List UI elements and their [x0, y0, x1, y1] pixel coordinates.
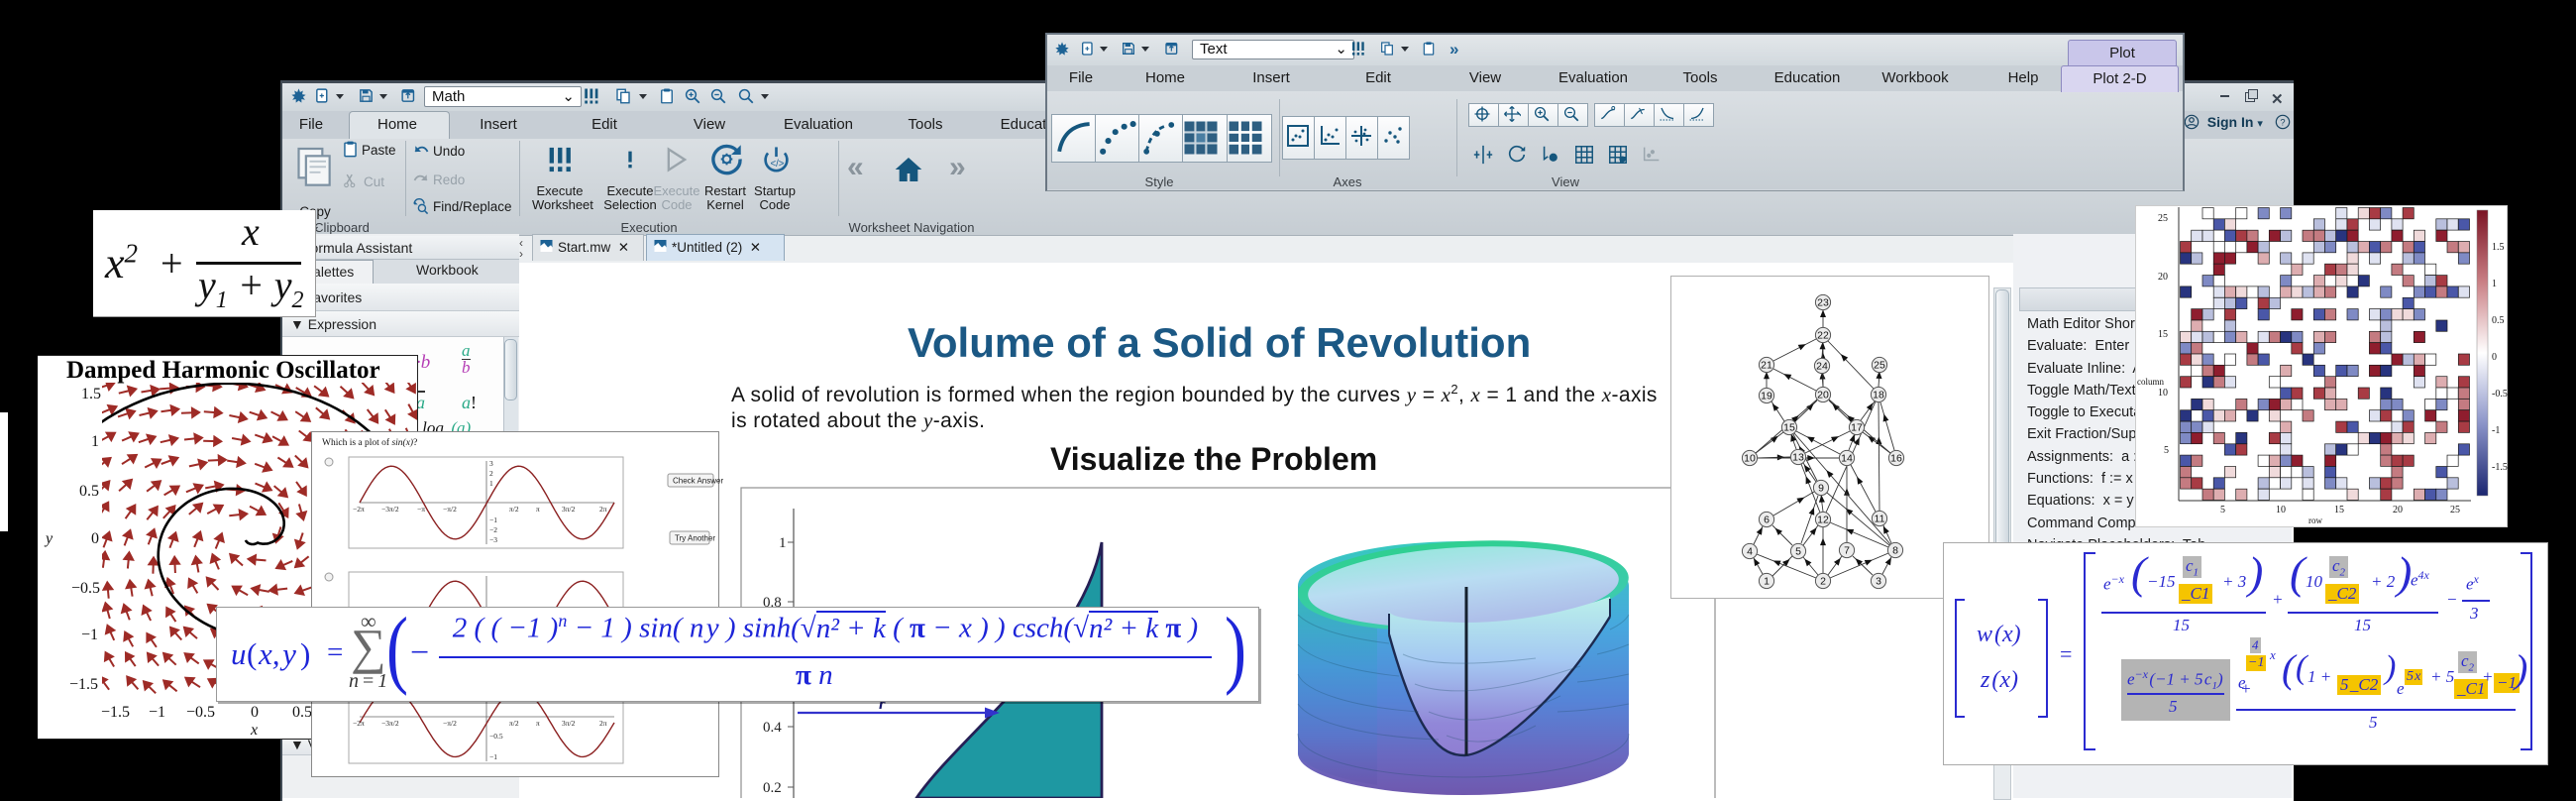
svg-text:5: 5 — [2220, 505, 2225, 515]
svg-text:20: 20 — [2393, 505, 2403, 515]
svg-text:-1.5: -1.5 — [2492, 462, 2508, 473]
svg-text:1.5: 1.5 — [2492, 242, 2505, 253]
svg-text:25: 25 — [2158, 213, 2168, 224]
svg-text:-1: -1 — [2492, 425, 2500, 436]
svg-text:10: 10 — [2276, 505, 2286, 515]
svg-text:1: 1 — [2492, 279, 2497, 289]
svg-text:10: 10 — [2158, 388, 2168, 399]
svg-text:row: row — [2308, 515, 2322, 525]
svg-text:15: 15 — [2158, 329, 2168, 340]
svg-text:20: 20 — [2158, 272, 2168, 283]
svg-text:0: 0 — [2492, 352, 2497, 363]
svg-text:25: 25 — [2450, 505, 2460, 515]
svg-text:15: 15 — [2334, 505, 2344, 515]
svg-text:-0.5: -0.5 — [2492, 389, 2508, 400]
svg-text:column: column — [2137, 377, 2164, 387]
svg-text:5: 5 — [2164, 445, 2169, 456]
svg-text:0.5: 0.5 — [2492, 315, 2505, 326]
